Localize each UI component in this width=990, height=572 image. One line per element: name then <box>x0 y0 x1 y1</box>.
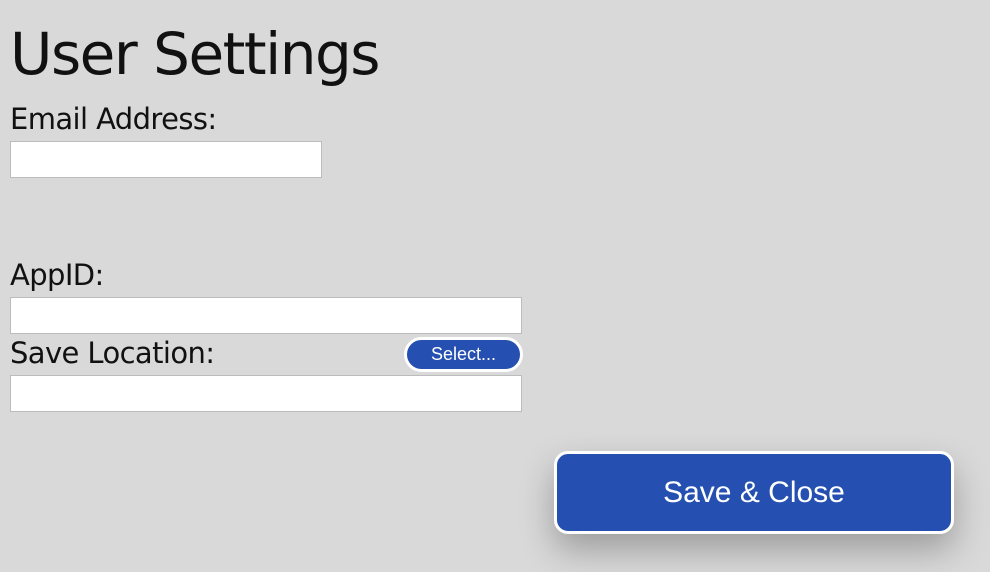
save-close-button[interactable]: Save & Close <box>554 451 954 534</box>
save-location-input[interactable] <box>10 375 522 412</box>
appid-input[interactable] <box>10 297 522 334</box>
select-location-button[interactable]: Select... <box>404 337 523 372</box>
page-title: User Settings <box>10 20 381 88</box>
save-location-label: Save Location: <box>10 336 215 370</box>
email-label: Email Address: <box>10 102 217 136</box>
email-input[interactable] <box>10 141 322 178</box>
appid-label: AppID: <box>10 258 104 292</box>
